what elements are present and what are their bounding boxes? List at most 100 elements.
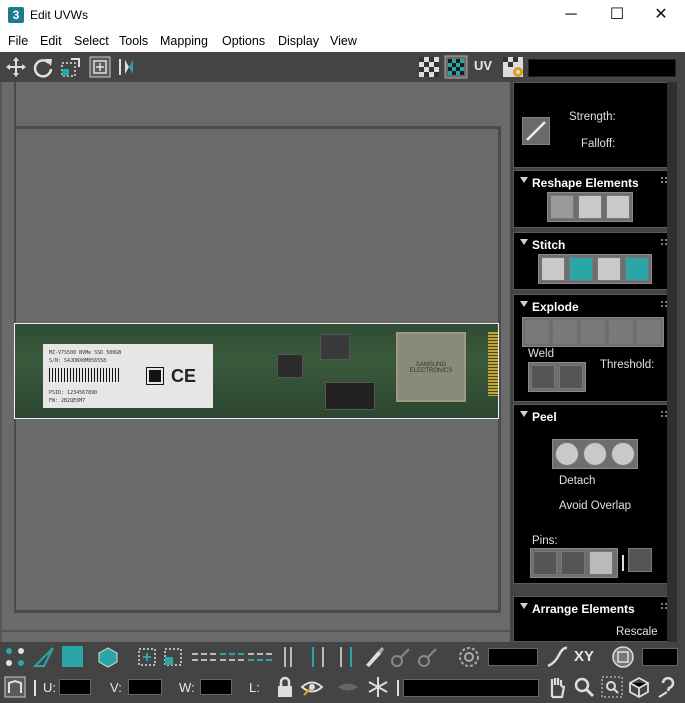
rescale-label[interactable]: Rescale [616,626,658,638]
pin-selected-button[interactable] [533,551,557,575]
break-button[interactable] [637,320,661,344]
maximize-button[interactable]: ☐ [594,0,640,30]
collapse-triangle-icon[interactable] [520,411,528,417]
falloff-curve-icon[interactable] [522,117,550,145]
v-value-field[interactable] [128,679,162,695]
quick-peel-button[interactable] [555,442,579,466]
uv-viewport[interactable]: MZ-V7S500 NVMe SSD 500GB S/N: S4JDNX0M85… [0,82,510,642]
close-button[interactable]: ✕ [638,0,684,30]
loop-shrink-icon[interactable] [248,653,272,661]
panel-scrollbar[interactable] [667,82,677,642]
soft-selection-value-field[interactable] [488,648,538,666]
zoom-region-icon[interactable] [600,675,624,699]
menu-options[interactable]: Options [222,34,265,48]
detach-label[interactable]: Detach [559,475,595,487]
shrink-selection-icon[interactable] [161,645,185,669]
paint-grow-icon[interactable] [389,645,413,669]
peel-title[interactable]: Peel [532,410,557,424]
grid-line-top [14,126,500,129]
menu-view[interactable]: View [330,34,357,48]
help-icon[interactable] [656,675,680,699]
edge-distance-field[interactable] [642,648,678,666]
avoid-overlap-label[interactable]: Avoid Overlap [559,500,631,512]
collapse-triangle-icon[interactable] [520,177,528,183]
falloff-type-icon[interactable] [545,645,569,669]
u-value-field[interactable] [59,679,91,695]
menu-tools[interactable]: Tools [119,34,148,48]
uv-label[interactable]: UV [474,58,492,73]
collapse-triangle-icon[interactable] [520,301,528,307]
texture-dropdown[interactable] [528,59,676,77]
collapse-triangle-icon[interactable] [520,239,528,245]
ring-grow-icon[interactable] [312,647,324,667]
ring-select-icon[interactable] [284,647,292,667]
paint-select-icon[interactable] [362,645,386,669]
scale-icon[interactable] [59,55,83,79]
weld-all-button[interactable] [559,365,583,389]
soft-selection-icon[interactable] [457,645,481,669]
stitch-title[interactable]: Stitch [532,238,565,252]
stitch-to-target-button[interactable] [569,257,593,281]
menu-edit[interactable]: Edit [40,34,62,48]
zoom-extents-icon[interactable] [627,675,651,699]
loop-select-icon[interactable] [192,653,216,661]
selection-set-field[interactable] [403,679,539,697]
relax-button[interactable] [578,195,602,219]
weld-selected-button[interactable] [531,365,555,389]
edge-distance-icon[interactable] [611,645,635,669]
rotate-icon[interactable] [31,55,55,79]
break-by-polygon-button[interactable] [525,320,549,344]
viewport-bottom-line [0,630,510,632]
element-mode-icon[interactable] [96,645,120,669]
break-by-material-button[interactable] [581,320,605,344]
break-by-angle-button[interactable] [609,320,633,344]
transform-mode-icon[interactable] [3,675,27,699]
unpin-selected-button[interactable] [561,551,585,575]
checker-icon[interactable] [417,55,441,79]
w-value-field[interactable] [200,679,232,695]
xy-toggle[interactable]: XY [574,648,594,665]
arrange-elements-title[interactable]: Arrange Elements [532,602,635,616]
break-by-smoothing-button[interactable] [553,320,577,344]
reset-peel-button[interactable] [611,442,635,466]
settings-icon[interactable] [501,55,525,79]
ring-shrink-icon[interactable] [340,647,352,667]
menu-bar: File Edit Select Tools Mapping Options D… [0,30,685,52]
face-mode-icon[interactable] [62,646,83,667]
texture-map-icon[interactable] [444,55,468,79]
vertex-mode-icon[interactable] [3,645,27,669]
reshape-elements-title[interactable]: Reshape Elements [532,176,639,190]
straighten-button[interactable] [550,195,574,219]
minimize-button[interactable]: ─ [548,0,594,30]
relax-settings-button[interactable] [606,195,630,219]
lock-icon[interactable] [273,675,297,699]
freeze-icon[interactable] [366,675,390,699]
menu-mapping[interactable]: Mapping [160,34,208,48]
loop-grow-icon[interactable] [220,653,244,661]
menu-file[interactable]: File [8,34,28,48]
pcb-chip [320,334,350,360]
stitch-custom-button[interactable] [541,257,565,281]
auto-pin-button[interactable] [589,551,613,575]
label-line-4: FW: 2B2QEXM7 [49,398,86,404]
select-pins-button[interactable] [628,548,652,572]
stitch-to-average-button[interactable] [597,257,621,281]
peel-mode-button[interactable] [583,442,607,466]
grow-selection-icon[interactable] [135,645,159,669]
move-icon[interactable] [4,55,28,79]
menu-select[interactable]: Select [74,34,109,48]
pan-icon[interactable] [545,675,569,699]
zoom-icon[interactable] [572,675,596,699]
uv-texture-board[interactable]: MZ-V7S500 NVMe SSD 500GB S/N: S4JDNX0M85… [14,323,499,419]
mirror-icon[interactable] [117,55,141,79]
show-hidden-icon[interactable] [300,675,324,699]
stitch-to-source-button[interactable] [625,257,649,281]
collapse-triangle-icon[interactable] [520,603,528,609]
edge-mode-icon[interactable] [32,645,56,669]
menu-display[interactable]: Display [278,34,319,48]
stitch-button-group [538,254,652,284]
freeform-icon[interactable] [88,55,112,79]
paint-shrink-icon[interactable] [416,645,440,669]
hide-icon[interactable] [336,675,360,699]
explode-title[interactable]: Explode [532,300,579,314]
